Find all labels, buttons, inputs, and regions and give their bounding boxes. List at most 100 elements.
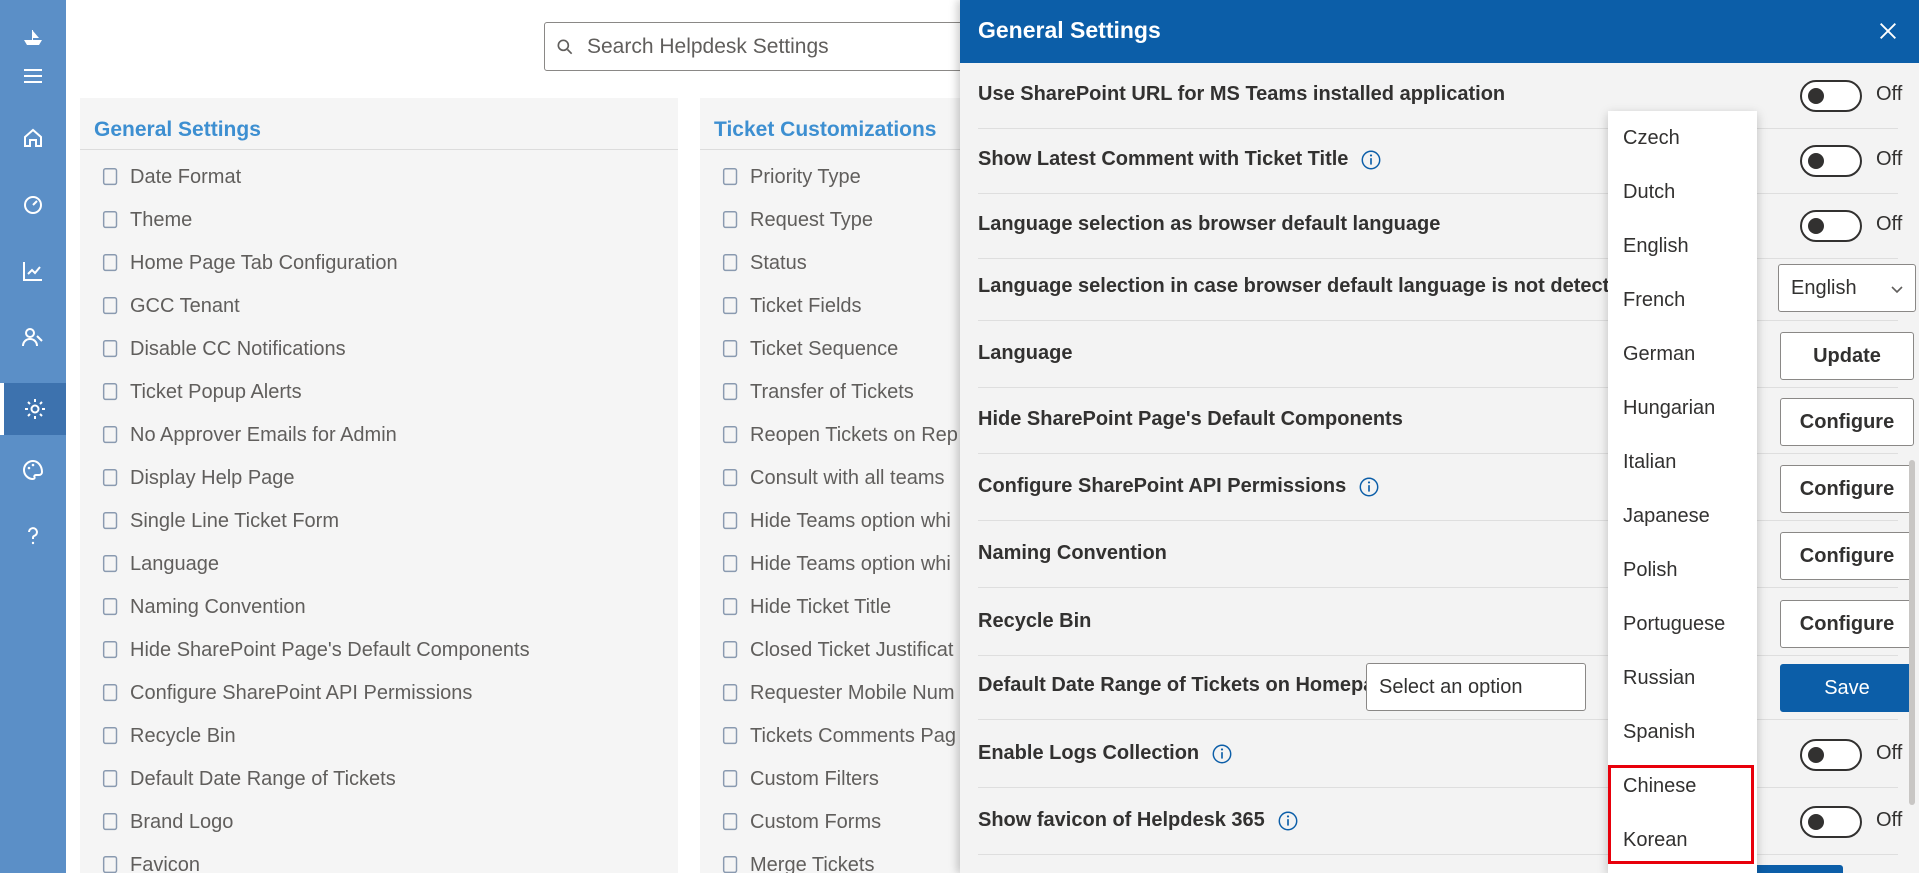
setting-link[interactable]: Merge Tickets [720, 850, 874, 873]
language-select[interactable]: English [1778, 264, 1916, 312]
settings-row: Language selection in case browser defau… [978, 255, 1916, 321]
row-action-button[interactable]: Update [1780, 332, 1914, 380]
setting-link[interactable]: Hide Teams option whi [720, 506, 951, 536]
setting-link[interactable]: Tickets Comments Pag [720, 721, 956, 751]
setting-link-label: Home Page Tab Configuration [130, 251, 398, 274]
row-action-button[interactable]: Configure [1780, 465, 1914, 513]
setting-link-label: Brand Logo [130, 810, 234, 833]
settings-row: Default Date Range of Tickets on Homepag… [978, 654, 1914, 720]
setting-link[interactable]: Closed Ticket Justificat [720, 635, 953, 665]
setting-link[interactable]: Request Type [720, 205, 873, 235]
language-option[interactable]: French [1608, 273, 1757, 327]
language-option[interactable]: Czech [1608, 111, 1757, 165]
highlight-box [1608, 765, 1754, 864]
setting-link[interactable]: Ticket Fields [720, 291, 862, 321]
setting-link[interactable]: No Approver Emails for Admin [100, 420, 397, 450]
toggle-switch[interactable] [1800, 739, 1862, 771]
setting-item-icon [722, 211, 738, 229]
setting-link[interactable]: Naming Convention [100, 592, 306, 622]
toggle-switch[interactable] [1800, 145, 1862, 177]
save-button[interactable]: Save [1780, 664, 1914, 712]
setting-link-label: Disable CC Notifications [130, 337, 346, 360]
panel-scrollbar[interactable] [1909, 460, 1915, 805]
toggle-switch[interactable] [1800, 806, 1862, 838]
setting-link[interactable]: Language [100, 549, 219, 579]
language-option[interactable]: English [1608, 219, 1757, 273]
language-option[interactable]: Japanese [1608, 489, 1757, 543]
info-icon[interactable] [1211, 743, 1233, 765]
setting-item-icon [722, 383, 738, 401]
users-icon[interactable] [0, 317, 66, 357]
settings-row: Language selection as browser default la… [978, 193, 1902, 259]
setting-link[interactable]: Hide SharePoint Page's Default Component… [100, 635, 530, 665]
setting-link-label: Closed Ticket Justificat [750, 638, 954, 661]
row-action-button[interactable]: Configure [1780, 600, 1914, 648]
setting-link-label: Merge Tickets [750, 853, 875, 873]
toggle-state: Off [1876, 742, 1903, 764]
setting-link[interactable]: Brand Logo [100, 807, 233, 837]
boat-logo-icon[interactable] [0, 18, 66, 58]
home-icon[interactable] [0, 118, 66, 158]
setting-link[interactable]: Ticket Sequence [720, 334, 898, 364]
setting-link[interactable]: Priority Type [720, 162, 861, 192]
setting-link[interactable]: Date Format [100, 162, 241, 192]
setting-link[interactable]: Home Page Tab Configuration [100, 248, 398, 278]
setting-link[interactable]: Transfer of Tickets [720, 377, 914, 407]
search-box[interactable]: Search Helpdesk Settings [544, 22, 1014, 71]
language-option[interactable]: Portuguese [1608, 597, 1757, 651]
info-icon[interactable] [1358, 476, 1380, 498]
language-option[interactable]: Russian [1608, 651, 1757, 705]
info-icon[interactable] [1360, 149, 1382, 171]
dashboard-icon[interactable] [0, 184, 66, 224]
setting-link[interactable]: Disable CC Notifications [100, 334, 346, 364]
setting-link[interactable]: Hide Ticket Title [720, 592, 891, 622]
info-icon[interactable] [1277, 810, 1299, 832]
setting-label-text: Show favicon of Helpdesk 365 [978, 809, 1265, 831]
setting-link[interactable]: Custom Forms [720, 807, 881, 837]
language-option[interactable]: Spanish [1608, 705, 1757, 759]
row-action-button[interactable]: Configure [1780, 398, 1914, 446]
setting-link[interactable]: GCC Tenant [100, 291, 240, 321]
chevron-down-icon [1891, 286, 1903, 294]
setting-label-text: Show Latest Comment with Ticket Title [978, 148, 1349, 170]
setting-item-icon [722, 770, 738, 788]
setting-link-label: Configure SharePoint API Permissions [130, 681, 473, 704]
toggle-switch[interactable] [1800, 210, 1862, 242]
setting-link[interactable]: Ticket Popup Alerts [100, 377, 302, 407]
hamburger-icon[interactable] [0, 56, 66, 96]
language-option[interactable]: Hungarian [1608, 381, 1757, 435]
language-option[interactable]: Italian [1608, 435, 1757, 489]
setting-item-icon [102, 770, 118, 788]
setting-link[interactable]: Theme [100, 205, 192, 235]
close-icon[interactable] [1873, 16, 1903, 46]
setting-item-icon [722, 555, 738, 573]
setting-link[interactable]: Hide Teams option whi [720, 549, 951, 579]
toggle-switch[interactable] [1800, 80, 1862, 112]
setting-link[interactable]: Favicon [100, 850, 200, 873]
setting-link[interactable]: Recycle Bin [100, 721, 236, 751]
language-option[interactable]: Dutch [1608, 165, 1757, 219]
setting-label: Default Date Range of Tickets on Homepag… [978, 674, 1398, 697]
general-settings-card: General Settings Date Format Theme Home Pa… [80, 98, 678, 873]
settings-icon[interactable] [0, 383, 66, 435]
setting-link[interactable]: Single Line Ticket Form [100, 506, 339, 536]
setting-link[interactable]: Display Help Page [100, 463, 295, 493]
row-action-button[interactable]: Configure [1780, 532, 1914, 580]
setting-link[interactable]: Requester Mobile Num [720, 678, 955, 708]
setting-link[interactable]: Status [720, 248, 807, 278]
setting-link[interactable]: Reopen Tickets on Rep [720, 420, 958, 450]
settings-row: Language Update [978, 322, 1914, 388]
setting-link-label: Hide Teams option whi [750, 509, 951, 532]
palette-icon[interactable] [0, 450, 66, 490]
setting-link[interactable]: Consult with all teams [720, 463, 945, 493]
help-icon[interactable] [0, 516, 66, 556]
setting-link-label: Language [130, 552, 219, 575]
date-range-select[interactable]: Select an option [1366, 663, 1586, 711]
reports-icon[interactable] [0, 251, 66, 291]
setting-link[interactable]: Custom Filters [720, 764, 879, 794]
language-option[interactable]: German [1608, 327, 1757, 381]
language-option[interactable]: Polish [1608, 543, 1757, 597]
setting-link[interactable]: Configure SharePoint API Permissions [100, 678, 472, 708]
setting-link[interactable]: Default Date Range of Tickets [100, 764, 396, 794]
setting-link-label: Favicon [130, 853, 201, 873]
